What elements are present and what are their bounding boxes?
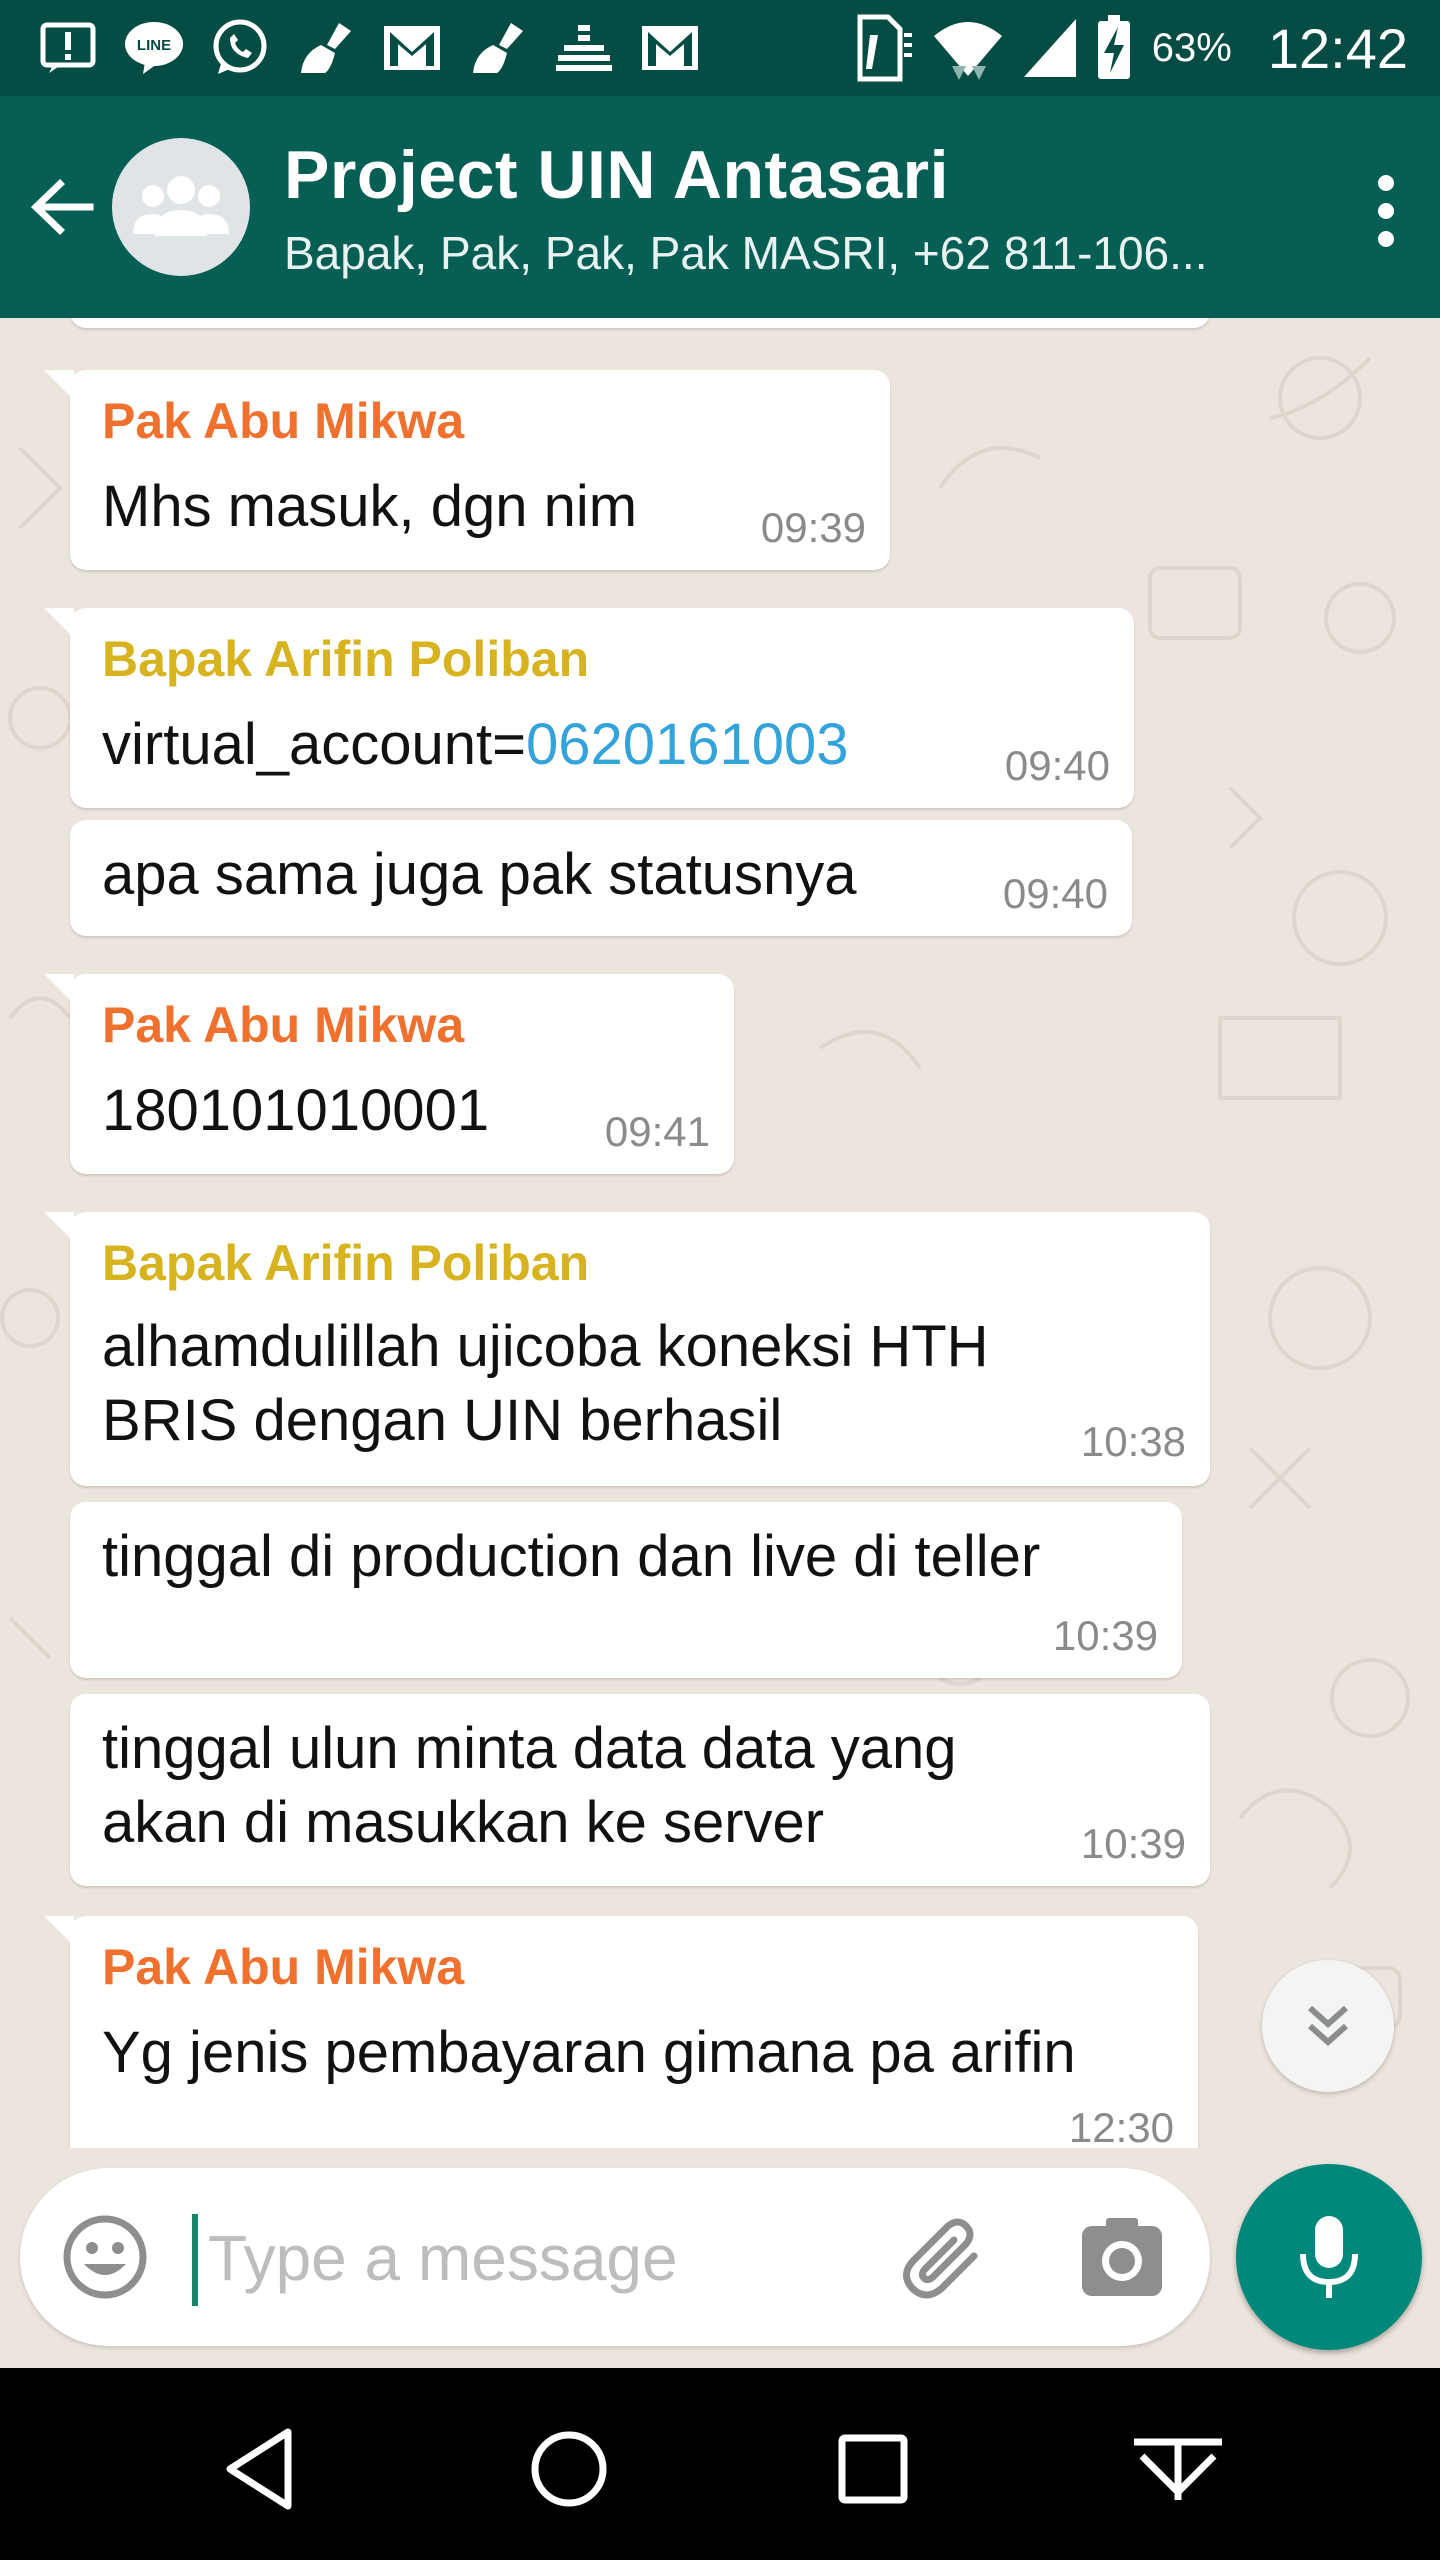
message-list[interactable]: Pak Abu Mikwa Mhs masuk, dgn nim 09:39 B… [0, 318, 1440, 2148]
gmail-icon [380, 18, 444, 78]
chat-participants[interactable]: Bapak, Pak, Pak, Pak MASRI, +62 811-106.… [284, 226, 1284, 280]
message-time: 09:40 [1002, 870, 1108, 917]
status-bar: LINE 63% 12:42 [0, 0, 1440, 96]
message-time: 10:39 [1052, 1612, 1158, 1659]
message-text: BRIS dengan UIN berhasil [102, 1388, 783, 1453]
scroll-to-bottom-button[interactable] [1262, 1960, 1394, 2092]
message-text: virtual_account=0620161003 [102, 712, 849, 777]
message-sender: Pak Abu Mikwa [102, 393, 465, 449]
message-bubble-partial [70, 318, 1210, 328]
equalizer-icon [552, 18, 616, 78]
chat-header: Project UIN Antasari Bapak, Pak, Pak, Pa… [0, 96, 1440, 318]
message-time: 10:38 [1080, 1418, 1186, 1465]
group-avatar[interactable] [112, 138, 250, 276]
clock: 12:42 [1267, 16, 1408, 80]
message-sender: Pak Abu Mikwa [102, 997, 465, 1053]
emoji-button[interactable] [60, 2212, 150, 2302]
message-sender: Pak Abu Mikwa [102, 1939, 465, 1995]
nav-recents-icon [838, 2434, 908, 2504]
alert-icon [36, 18, 100, 78]
message-text: Yg jenis pembayaran gimana pa arifin [102, 2020, 1076, 2085]
more-vert-icon [1378, 175, 1394, 191]
message-bubble[interactable]: Pak Abu Mikwa Mhs masuk, dgn nim 09:39 [44, 370, 890, 570]
message-time: 09:41 [604, 1108, 710, 1155]
message-bubble[interactable]: Bapak Arifin Poliban virtual_account=062… [44, 608, 1134, 808]
message-text: akan di masukkan ke server [102, 1790, 825, 1855]
microphone-icon [1300, 2216, 1358, 2298]
message-sender: Bapak Arifin Poliban [102, 631, 590, 687]
message-bubble[interactable]: tinggal ulun minta data data yang akan d… [70, 1694, 1210, 1886]
paperclip-icon [903, 2218, 978, 2299]
battery-percentage: 63% [1151, 25, 1232, 70]
message-text: Mhs masuk, dgn nim [102, 474, 638, 539]
camera-button[interactable] [1080, 2216, 1164, 2300]
message-bubble[interactable]: Bapak Arifin Poliban alhamdulillah ujico… [44, 1212, 1210, 1486]
whatsapp-icon [208, 18, 272, 78]
notification-icons: LINE [36, 16, 702, 80]
message-composer [20, 2168, 1210, 2346]
message-bubble[interactable]: Pak Abu Mikwa 180101010001 09:41 [44, 974, 734, 1174]
message-time: 10:39 [1080, 1820, 1186, 1867]
chat-title[interactable]: Project UIN Antasari [284, 136, 949, 214]
gmail-icon [638, 18, 702, 78]
battery-charging-icon [1097, 15, 1130, 79]
system-navigation-bar [0, 2368, 1440, 2560]
group-icon [133, 176, 229, 236]
message-input[interactable] [206, 2198, 870, 2318]
message-bubble[interactable]: Pak Abu Mikwa Yg jenis pembayaran gimana… [44, 1916, 1198, 2148]
cleaner-icon [466, 18, 530, 78]
nav-home-icon [531, 2431, 607, 2507]
message-time: 09:40 [1004, 742, 1110, 789]
text-cursor [192, 2214, 198, 2306]
nav-recents-button[interactable] [828, 2424, 918, 2514]
nav-hide-keyboard-button[interactable] [1128, 2424, 1222, 2514]
attach-button[interactable] [896, 2212, 992, 2308]
back-arrow-icon [30, 179, 94, 235]
nav-back-button[interactable] [218, 2424, 308, 2514]
message-text: alhamdulillah ujicoba koneksi HTH [102, 1314, 989, 1379]
message-text: tinggal ulun minta data data yang [102, 1716, 957, 1781]
message-bubble[interactable]: tinggal di production dan live di teller… [70, 1502, 1182, 1678]
nav-back-icon [226, 2428, 292, 2510]
message-text: 180101010001 [102, 1078, 490, 1143]
double-chevron-down-icon [1308, 2005, 1348, 2047]
message-bubble[interactable]: apa sama juga pak statusnya 09:40 [70, 820, 1132, 936]
system-status: 63% 12:42 [854, 0, 1408, 96]
line-app-icon: LINE [122, 18, 186, 78]
phone-number-link[interactable]: 0620161003 [526, 712, 849, 777]
message-time: 09:39 [760, 504, 866, 551]
message-time: 12:30 [1068, 2104, 1174, 2148]
wifi-icon [933, 22, 1002, 80]
camera-icon [1082, 2218, 1162, 2296]
back-button[interactable] [24, 166, 106, 248]
message-sender: Bapak Arifin Poliban [102, 1235, 590, 1291]
message-text: tinggal di production dan live di teller [102, 1524, 1041, 1589]
svg-text:LINE: LINE [137, 37, 171, 54]
sim-icon [857, 14, 912, 82]
nav-hide-icon [1134, 2438, 1222, 2500]
emoji-icon [63, 2215, 147, 2299]
signal-icon [1023, 19, 1076, 77]
message-text: apa sama juga pak statusnya [102, 842, 857, 907]
overflow-menu-button[interactable] [1356, 166, 1416, 256]
cleaner-icon [294, 18, 358, 78]
voice-message-button[interactable] [1236, 2164, 1422, 2350]
nav-home-button[interactable] [524, 2424, 614, 2514]
